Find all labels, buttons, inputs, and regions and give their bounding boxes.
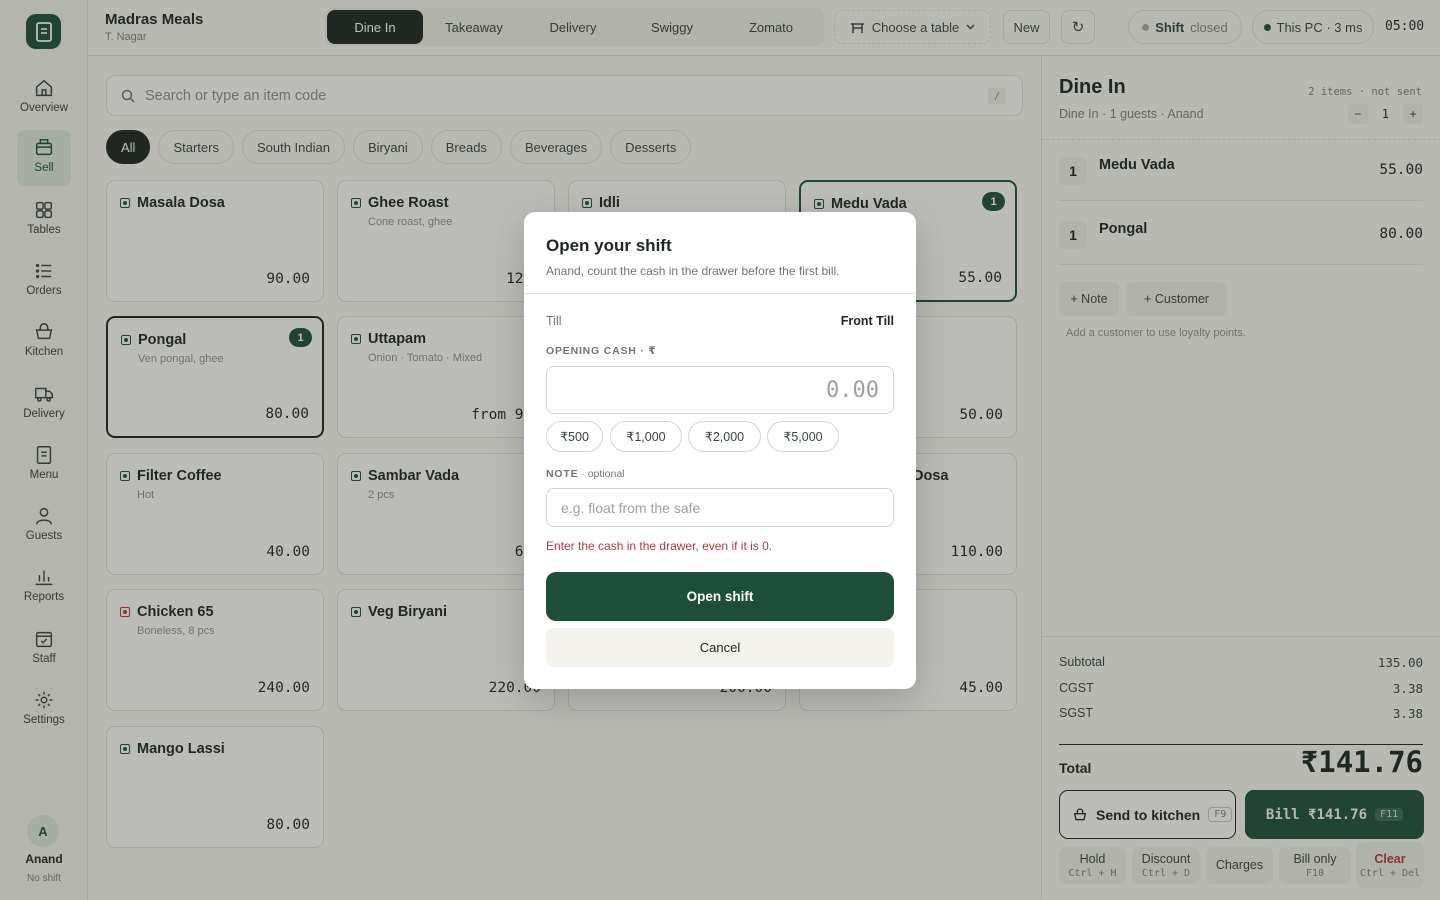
open-shift-dialog: Open your shift Anand, count the cash in… [524, 212, 916, 689]
note-label-text: NOTE [546, 468, 579, 480]
quick-amount-500[interactable]: ₹500 [546, 421, 603, 452]
dialog-subtitle: Anand, count the cash in the drawer befo… [546, 264, 840, 278]
quick-amount-2000[interactable]: ₹2,000 [688, 421, 761, 452]
opening-cash-input[interactable] [546, 366, 894, 414]
validation-error: Enter the cash in the drawer, even if it… [546, 539, 773, 553]
till-label: Till [546, 314, 562, 328]
opening-cash-label: OPENING CASH · ₹ [546, 345, 657, 357]
till-value: Front Till [840, 314, 894, 328]
quick-amount-5000[interactable]: ₹5,000 [767, 421, 839, 452]
cancel-button[interactable]: Cancel [546, 628, 894, 667]
note-label: NOTE · optional [546, 468, 625, 480]
open-shift-button[interactable]: Open shift [546, 572, 894, 621]
dialog-title: Open your shift [546, 236, 672, 255]
note-optional: · optional [578, 468, 625, 480]
quick-amount-1000[interactable]: ₹1,000 [610, 421, 682, 452]
note-input[interactable] [546, 488, 894, 527]
divider [524, 293, 916, 294]
